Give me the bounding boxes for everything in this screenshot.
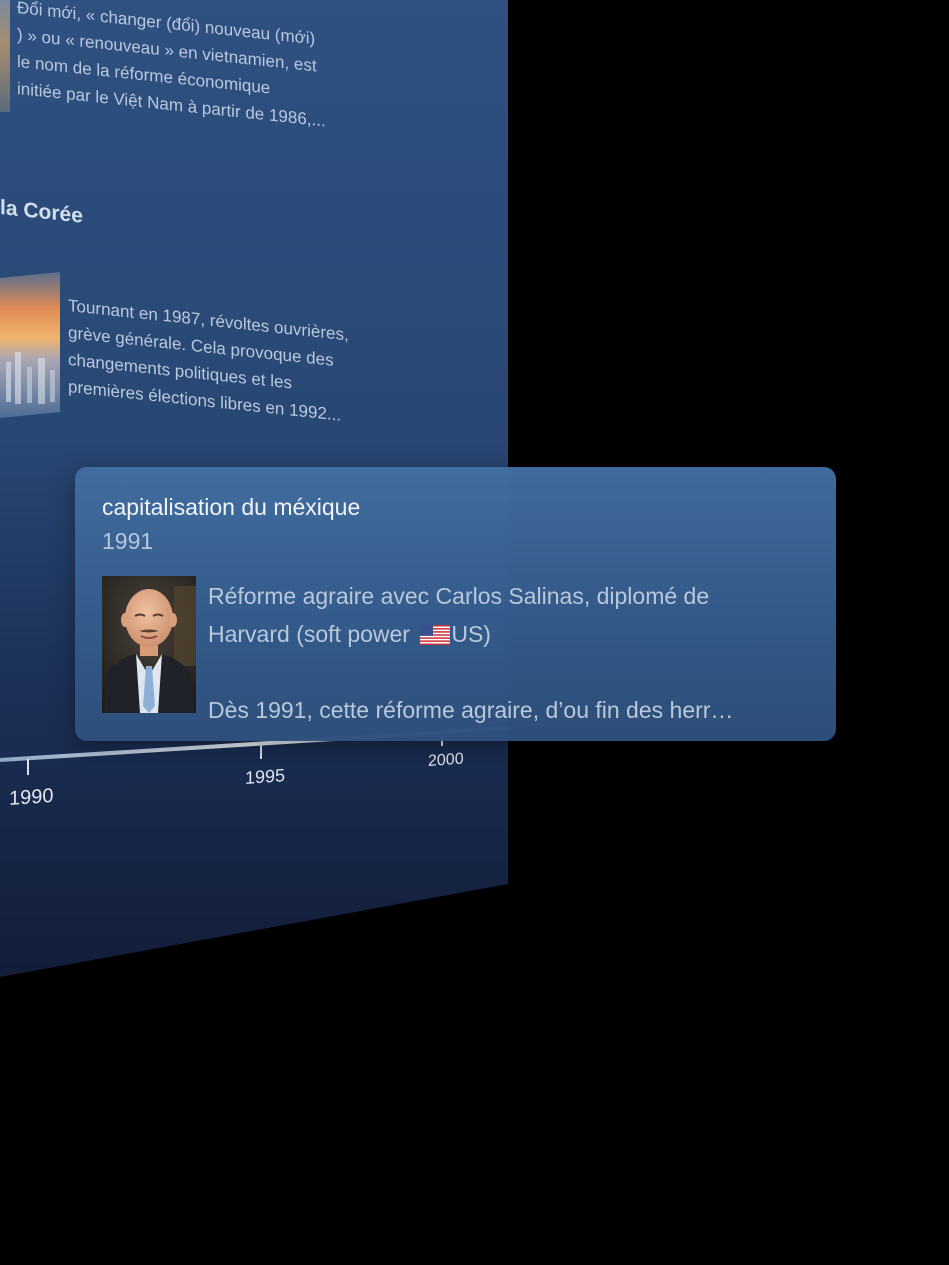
event-photo (102, 576, 196, 713)
timeline-tick-label: 2000 (428, 750, 464, 770)
description-line: Réforme agraire avec Carlos Salinas, dip… (208, 583, 710, 609)
portrait-image (102, 576, 196, 713)
event-year: 1991 (102, 528, 154, 554)
visionos-scene: Đổi mới, « changer (đổi) nouveau (mới) )… (0, 0, 949, 1265)
timeline-tick-label: 1995 (245, 765, 286, 788)
event-thumbnail-coree[interactable] (0, 272, 60, 418)
event-description: Réforme agraire avec Carlos Salinas, dip… (208, 577, 808, 729)
description-line: Dès 1991, cette réforme agraire, d’ou fi… (208, 697, 734, 723)
timeline-tick (27, 759, 29, 775)
event-title: capitalisation du méxique (102, 494, 361, 520)
description-text: Harvard (soft power (208, 621, 417, 647)
description-text: US) (451, 621, 491, 647)
event-thumbnail-doi-moi[interactable] (0, 0, 10, 112)
timeline-tick (260, 744, 262, 759)
city-sunset-image (0, 272, 60, 418)
description-spacer (208, 653, 808, 691)
event-detail-card[interactable]: capitalisation du méxique 1991 Réforme a… (75, 467, 836, 741)
description-line: Harvard (soft power US) (208, 615, 808, 653)
us-flag-icon (420, 625, 451, 645)
timeline-tick-label: 1990 (9, 784, 54, 810)
